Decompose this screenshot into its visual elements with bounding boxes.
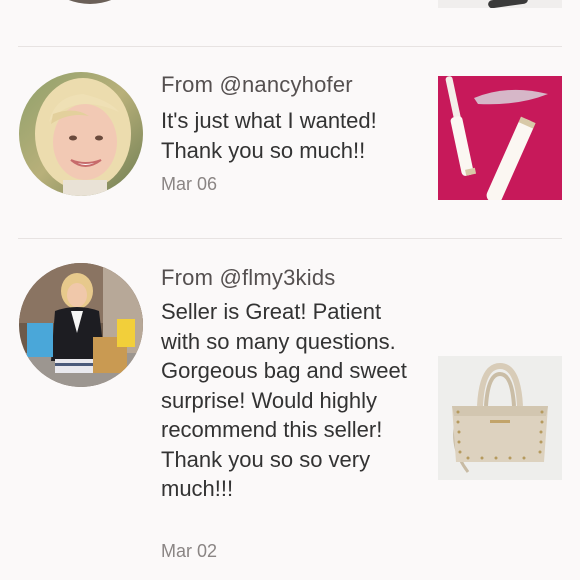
reviewer-handle[interactable]: From @nancyhofer [161,72,353,98]
handbag-product-photo-icon [438,356,562,480]
avatar[interactable] [19,263,143,387]
previous-review-fragment [0,0,580,46]
review-date: Mar 02 [161,541,218,561]
avatar[interactable] [19,72,143,196]
reviewer-handle[interactable]: From @flmy3kids [161,265,335,291]
review-date: Mar 06 [161,174,218,194]
divider [18,238,562,239]
product-thumbnail[interactable] [438,356,562,480]
user-avatar-photo-icon [19,263,143,387]
review-message: It's just what I wanted! Thank you so mu… [161,108,377,163]
review-message: Seller is Great! Patient with so many qu… [161,299,407,501]
divider [18,46,562,47]
product-thumbnail[interactable] [438,0,562,8]
mascara-product-photo-icon [438,76,562,200]
avatar[interactable] [30,0,150,4]
review-feed: From @nancyhofer It's just what I wanted… [0,0,580,580]
user-avatar-photo-icon [19,72,143,196]
product-thumbnail[interactable] [438,76,562,200]
